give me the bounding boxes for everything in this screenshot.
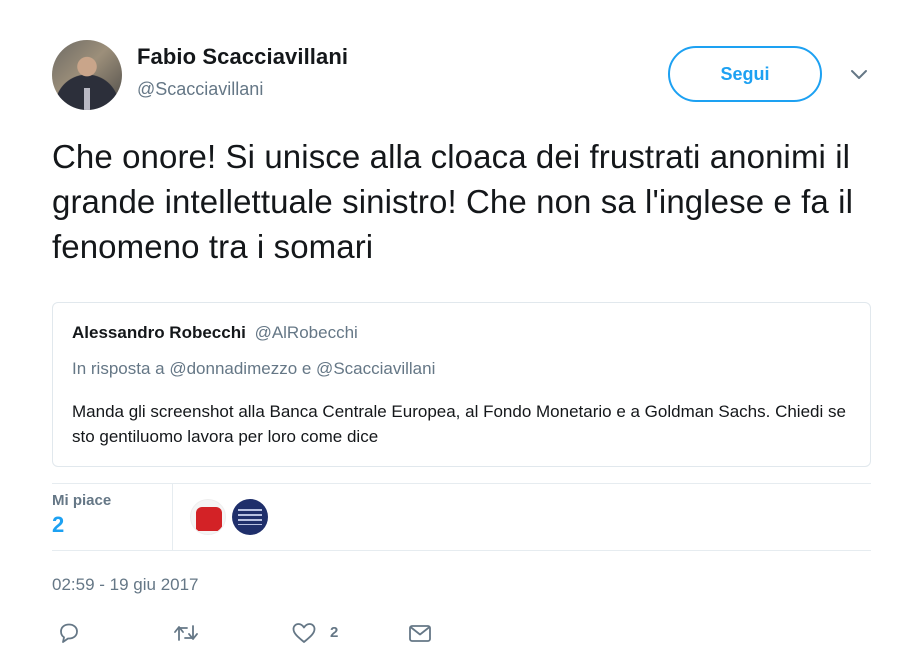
quoted-author-name: Alessandro Robecchi: [72, 323, 246, 342]
like-count[interactable]: 2: [330, 624, 338, 641]
direct-message-icon: [409, 625, 431, 642]
liker-avatar[interactable]: [190, 499, 226, 535]
heart-icon: [292, 623, 316, 643]
liker-avatar[interactable]: [232, 499, 268, 535]
retweet-icon: [174, 625, 198, 641]
reply-icon: [60, 623, 78, 643]
likes-label[interactable]: Mi piace: [52, 492, 111, 509]
tweet-timestamp[interactable]: 02:59 - 19 giu 2017: [52, 575, 199, 595]
follow-button[interactable]: Segui: [668, 46, 822, 102]
retweet-button[interactable]: [172, 620, 200, 648]
likes-count[interactable]: 2: [52, 512, 64, 538]
reply-button[interactable]: [56, 620, 82, 648]
chevron-down-icon[interactable]: [848, 64, 870, 86]
stats-divider-vertical: [172, 483, 173, 550]
stats-divider-top: [52, 483, 871, 484]
author-avatar[interactable]: [52, 40, 122, 110]
quoted-author-handle: @AlRobecchi: [254, 323, 358, 342]
quoted-text: Manda gli screenshot alla Banca Centrale…: [72, 402, 846, 446]
like-button[interactable]: [290, 620, 318, 648]
direct-message-button[interactable]: [406, 620, 434, 648]
stats-divider-bottom: [52, 550, 871, 551]
author-handle[interactable]: @Scacciavillani: [137, 79, 263, 100]
tweet-text: Che onore! Si unisce alla cloaca dei fru…: [52, 138, 854, 265]
quoted-header: Alessandro Robecchi @AlRobecchi: [72, 323, 358, 343]
quoted-reply-to: In risposta a @donnadimezzo e @Scacciavi…: [72, 359, 436, 378]
author-name[interactable]: Fabio Scacciavillani: [137, 44, 348, 70]
quoted-tweet[interactable]: Alessandro Robecchi @AlRobecchi In rispo…: [52, 302, 871, 467]
